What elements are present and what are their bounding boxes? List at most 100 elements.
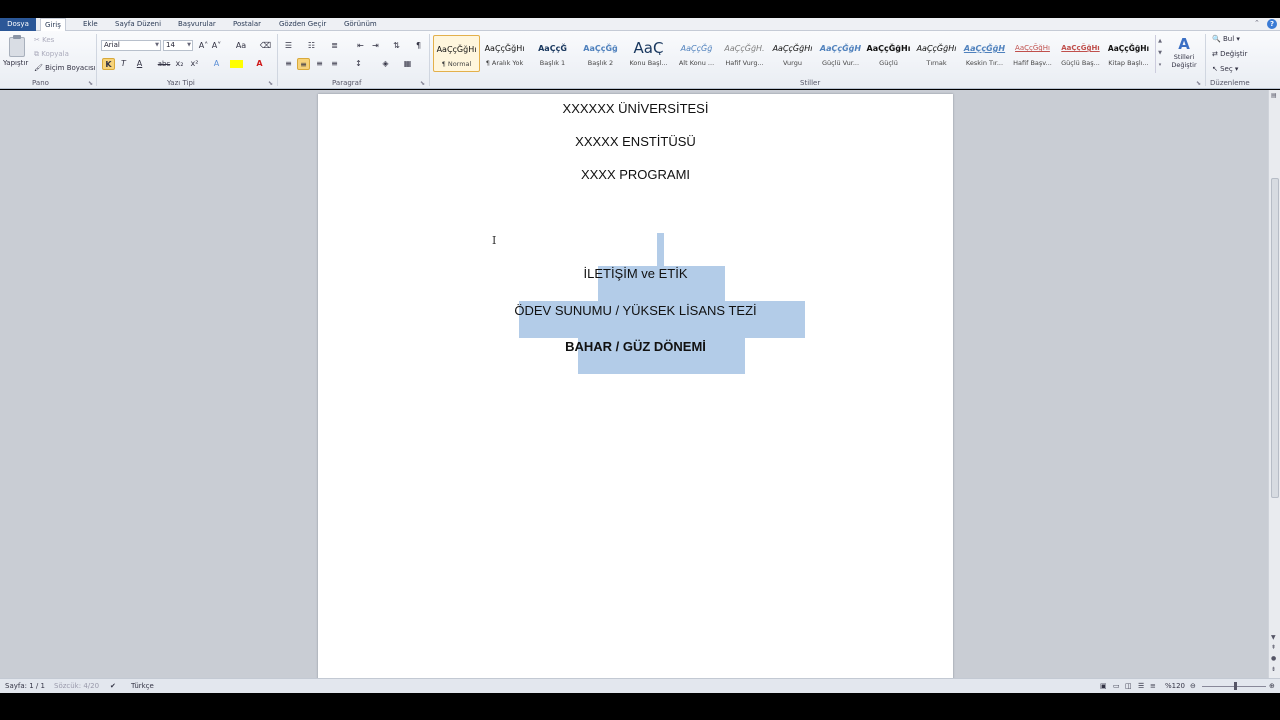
multilevel-list-icon[interactable]: ≣: [328, 40, 341, 52]
tab-references[interactable]: Başvurular: [174, 18, 220, 31]
tab-file[interactable]: Dosya: [0, 18, 36, 31]
style-tile[interactable]: AaÇçĞ Başlık 1: [529, 35, 576, 72]
status-language[interactable]: Türkçe: [131, 682, 154, 690]
draft-view-icon[interactable]: ≡: [1150, 682, 1156, 690]
zoom-slider-thumb[interactable]: [1234, 682, 1237, 690]
doc-course-line[interactable]: İLETİŞİM ve ETİK: [318, 265, 953, 283]
doc-submission-line[interactable]: ÖDEV SUNUMU / YÜKSEK LİSANS TEZİ: [318, 302, 953, 320]
align-center-icon[interactable]: ≡: [297, 58, 310, 70]
web-layout-icon[interactable]: ◫: [1125, 682, 1132, 690]
vertical-scrollbar[interactable]: ▤ ▼ ⇞ ● ⇟: [1268, 90, 1280, 678]
tab-mailings[interactable]: Postalar: [229, 18, 265, 31]
highlight-color-icon[interactable]: [230, 60, 243, 68]
align-right-icon[interactable]: ≡: [313, 58, 326, 70]
strikethrough-button[interactable]: abc: [156, 58, 172, 70]
chevron-up-icon[interactable]: ▲: [1156, 35, 1164, 47]
font-size-select[interactable]: 14 ▼: [163, 40, 193, 51]
grow-font-button[interactable]: A˄: [197, 40, 210, 52]
scroll-down-icon[interactable]: ▼: [1271, 634, 1276, 641]
increase-indent-icon[interactable]: ⇥: [369, 40, 382, 52]
zoom-in-icon[interactable]: ⊕: [1269, 682, 1275, 690]
more-styles-icon[interactable]: ▾: [1156, 59, 1164, 71]
numbering-icon[interactable]: ☷: [305, 40, 318, 52]
font-group-label: Yazı Tipi: [167, 79, 195, 87]
doc-semester-line[interactable]: BAHAR / GÜZ DÖNEMİ: [318, 338, 953, 356]
replace-button[interactable]: ⇄ Değiştir: [1212, 50, 1247, 58]
cut-button[interactable]: ✂ Kes: [34, 36, 54, 44]
style-tile[interactable]: AaÇçĞğH Keskin Tır...: [961, 35, 1008, 72]
style-tile[interactable]: AaÇçĞğH. Hafif Vurg...: [721, 35, 768, 72]
change-case-button[interactable]: Aa: [232, 40, 250, 52]
format-painter-label: Biçim Boyacısı: [45, 64, 96, 72]
tab-page-layout[interactable]: Sayfa Düzeni: [111, 18, 165, 31]
full-screen-reading-icon[interactable]: ▭: [1113, 682, 1120, 690]
bold-button[interactable]: K: [102, 58, 115, 70]
style-tile[interactable]: AaÇçĞğHı Tırnak: [913, 35, 960, 72]
zoom-out-icon[interactable]: ⊖: [1190, 682, 1196, 690]
print-layout-icon[interactable]: ▣: [1100, 682, 1107, 690]
doc-university-line[interactable]: XXXXXX ÜNİVERSİTESİ: [318, 100, 953, 118]
subscript-button[interactable]: x₂: [173, 58, 186, 70]
paste-button[interactable]: [6, 35, 28, 59]
font-color-button[interactable]: A: [253, 58, 266, 70]
tab-review[interactable]: Gözden Geçir: [275, 18, 330, 31]
style-tile[interactable]: AaÇçĞğHı Hafif Başv...: [1009, 35, 1056, 72]
underline-button[interactable]: A: [133, 58, 146, 70]
bullets-icon[interactable]: ☰: [282, 40, 295, 52]
style-tile[interactable]: AaÇçĞğ Alt Konu ...: [673, 35, 720, 72]
borders-icon[interactable]: ▦: [401, 58, 414, 70]
tab-insert[interactable]: Ekle: [79, 18, 102, 31]
doc-program-line[interactable]: XXXX PROGRAMI: [318, 166, 953, 184]
status-words[interactable]: Sözcük: 4/20: [54, 682, 99, 690]
styles-gallery-scroll[interactable]: ▲ ▼ ▾: [1155, 35, 1164, 73]
outline-view-icon[interactable]: ☰: [1138, 682, 1144, 690]
justify-icon[interactable]: ≡: [328, 58, 341, 70]
line-spacing-icon[interactable]: ↕: [352, 58, 365, 70]
proofing-icon[interactable]: ✔: [110, 682, 116, 690]
sort-icon[interactable]: ⇅: [390, 40, 403, 52]
chevron-down-icon[interactable]: ▼: [1156, 47, 1164, 59]
tab-home[interactable]: Giriş: [40, 18, 66, 31]
ruler-toggle-icon[interactable]: ▤: [1271, 92, 1277, 99]
style-tile[interactable]: AaÇçĞğHı Güçlü Baş...: [1057, 35, 1104, 72]
superscript-button[interactable]: x²: [188, 58, 201, 70]
copy-button[interactable]: ⧉ Kopyala: [34, 50, 69, 59]
style-tile[interactable]: AaÇçĞğHı Vurgu: [769, 35, 816, 72]
text-effects-icon[interactable]: A: [210, 58, 223, 70]
previous-page-icon[interactable]: ⇞: [1271, 644, 1276, 651]
clipboard-launcher-icon[interactable]: ⬊: [88, 80, 93, 87]
style-tile[interactable]: AaÇçĞğHı Kitap Başlı...: [1105, 35, 1152, 72]
style-tile[interactable]: AaÇçĞğHı ¶ Aralık Yok: [481, 35, 528, 72]
status-page[interactable]: Sayfa: 1 / 1: [5, 682, 45, 690]
scrollbar-thumb[interactable]: [1271, 178, 1279, 498]
show-marks-button[interactable]: ¶: [412, 40, 425, 52]
change-styles-button[interactable]: A Stilleri Değiştir: [1168, 35, 1200, 77]
copy-label: Kopyala: [41, 50, 69, 58]
italic-button[interactable]: T: [117, 58, 130, 70]
shrink-font-button[interactable]: A˅: [210, 40, 223, 52]
clear-formatting-icon[interactable]: ⌫: [259, 40, 272, 52]
find-button[interactable]: 🔍 Bul ▾: [1212, 35, 1240, 43]
select-button[interactable]: ↖ Seç ▾: [1212, 65, 1238, 73]
style-tile[interactable]: AaÇ Konu Başl...: [625, 35, 672, 72]
styles-launcher-icon[interactable]: ⬊: [1196, 80, 1201, 87]
zoom-level[interactable]: %120: [1165, 682, 1185, 690]
browse-object-icon[interactable]: ●: [1271, 655, 1276, 662]
align-left-icon[interactable]: ≡: [282, 58, 295, 70]
style-tile[interactable]: AaÇçĞğ Başlık 2: [577, 35, 624, 72]
style-tile[interactable]: AaÇçĞğH Güçlü Vur...: [817, 35, 864, 72]
font-launcher-icon[interactable]: ⬊: [268, 80, 273, 87]
minimize-ribbon-icon[interactable]: ⌃: [1254, 19, 1260, 27]
format-painter-button[interactable]: 🖌 Biçim Boyacısı: [34, 64, 96, 72]
paragraph-launcher-icon[interactable]: ⬊: [420, 80, 425, 87]
shading-icon[interactable]: ◈: [379, 58, 392, 70]
document-page[interactable]: XXXXXX ÜNİVERSİTESİ XXXXX ENSTİTÜSÜ XXXX…: [318, 94, 953, 678]
doc-institute-line[interactable]: XXXXX ENSTİTÜSÜ: [318, 133, 953, 151]
font-name-select[interactable]: Arial ▼: [101, 40, 161, 51]
next-page-icon[interactable]: ⇟: [1271, 666, 1276, 673]
style-tile[interactable]: AaÇçĞğHı ¶ Normal: [433, 35, 480, 72]
decrease-indent-icon[interactable]: ⇤: [354, 40, 367, 52]
help-icon[interactable]: ?: [1267, 19, 1277, 29]
style-tile[interactable]: AaÇçĞğHı Güçlü: [865, 35, 912, 72]
tab-view[interactable]: Görünüm: [340, 18, 381, 31]
